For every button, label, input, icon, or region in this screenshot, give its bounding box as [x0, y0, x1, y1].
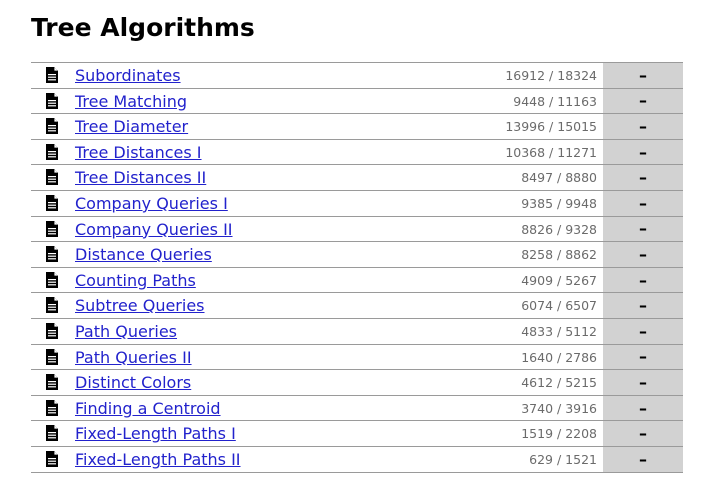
- task-link[interactable]: Company Queries I: [75, 193, 228, 215]
- task-status: –: [603, 190, 683, 216]
- document-icon: [45, 450, 59, 467]
- task-solved-count: 3740 / 3916: [521, 400, 597, 416]
- task-row: Tree Matching 9448 / 11163 –: [31, 88, 683, 115]
- task-solved-count: 9448 / 11163: [513, 93, 597, 109]
- task-solved-count: 4833 / 5112: [521, 323, 597, 339]
- task-solved-count: 6074 / 6507: [521, 298, 597, 314]
- task-link[interactable]: Fixed-Length Paths I: [75, 423, 236, 445]
- document-icon: [45, 169, 59, 186]
- task-link[interactable]: Distinct Colors: [75, 372, 191, 394]
- task-status: –: [603, 88, 683, 114]
- task-solved-count: 8258 / 8862: [521, 247, 597, 263]
- task-status: –: [603, 139, 683, 165]
- task-solved-count: 8826 / 9328: [521, 221, 597, 237]
- task-row: Path Queries 4833 / 5112 –: [31, 318, 683, 345]
- task-status: –: [603, 446, 683, 472]
- document-icon: [45, 246, 59, 263]
- task-link[interactable]: Path Queries: [75, 321, 177, 343]
- task-solved-count: 8497 / 8880: [521, 170, 597, 186]
- task-status: –: [603, 242, 683, 267]
- document-icon: [45, 143, 59, 160]
- task-status: –: [603, 421, 683, 446]
- task-row: Distinct Colors 4612 / 5215 –: [31, 370, 683, 396]
- task-link[interactable]: Tree Distances I: [75, 142, 202, 164]
- document-icon: [45, 425, 59, 442]
- task-row: Counting Paths 4909 / 5267 –: [31, 267, 683, 294]
- document-icon: [45, 118, 59, 135]
- task-link[interactable]: Subordinates: [75, 65, 181, 87]
- task-link[interactable]: Company Queries II: [75, 219, 233, 241]
- task-status: –: [603, 344, 683, 370]
- task-row: Subordinates 16912 / 18324 –: [31, 63, 683, 89]
- document-icon: [45, 297, 59, 314]
- task-row: Tree Distances I 10368 / 11271 –: [31, 139, 683, 166]
- document-icon: [45, 92, 59, 109]
- document-icon: [45, 374, 59, 391]
- task-row: Subtree Queries 6074 / 6507 –: [31, 293, 683, 319]
- document-icon: [45, 194, 59, 211]
- task-list: Subordinates 16912 / 18324 – Tree Matchi…: [31, 62, 683, 473]
- task-solved-count: 1640 / 2786: [521, 349, 597, 365]
- document-icon: [45, 348, 59, 365]
- task-status: –: [603, 370, 683, 395]
- task-link[interactable]: Path Queries II: [75, 347, 192, 369]
- task-link[interactable]: Tree Distances II: [75, 167, 206, 189]
- task-solved-count: 16912 / 18324: [505, 68, 597, 83]
- document-icon: [45, 271, 59, 288]
- document-icon: [45, 220, 59, 237]
- task-solved-count: 1519 / 2208: [521, 426, 597, 442]
- task-row: Fixed-Length Paths I 1519 / 2208 –: [31, 421, 683, 447]
- task-row: Distance Queries 8258 / 8862 –: [31, 242, 683, 268]
- task-row: Finding a Centroid 3740 / 3916 –: [31, 395, 683, 422]
- task-status: –: [603, 293, 683, 318]
- task-link[interactable]: Subtree Queries: [75, 295, 205, 317]
- task-status: –: [603, 395, 683, 421]
- task-solved-count: 4612 / 5215: [521, 375, 597, 391]
- task-status: –: [603, 318, 683, 344]
- task-link[interactable]: Distance Queries: [75, 244, 212, 266]
- task-row: Tree Distances II 8497 / 8880 –: [31, 165, 683, 191]
- task-link[interactable]: Counting Paths: [75, 270, 196, 292]
- task-link[interactable]: Tree Matching: [75, 91, 187, 113]
- task-status: –: [603, 63, 683, 88]
- task-status: –: [603, 165, 683, 190]
- task-status: –: [603, 267, 683, 293]
- task-solved-count: 10368 / 11271: [505, 144, 597, 160]
- task-solved-count: 629 / 1521: [529, 451, 597, 467]
- task-row: Tree Diameter 13996 / 15015 –: [31, 114, 683, 140]
- task-row: Fixed-Length Paths II 629 / 1521 –: [31, 446, 683, 473]
- section-title: Tree Algorithms: [31, 13, 255, 42]
- document-icon: [45, 322, 59, 339]
- task-status: –: [603, 216, 683, 242]
- task-row: Company Queries I 9385 / 9948 –: [31, 190, 683, 217]
- task-solved-count: 13996 / 15015: [505, 119, 597, 135]
- task-row: Company Queries II 8826 / 9328 –: [31, 216, 683, 243]
- task-status: –: [603, 114, 683, 139]
- task-link[interactable]: Fixed-Length Paths II: [75, 449, 241, 471]
- page: Tree Algorithms Subordinates 16912 / 183…: [0, 0, 701, 504]
- task-solved-count: 9385 / 9948: [521, 195, 597, 211]
- document-icon: [45, 399, 59, 416]
- task-link[interactable]: Finding a Centroid: [75, 398, 221, 420]
- task-link[interactable]: Tree Diameter: [75, 116, 188, 138]
- task-solved-count: 4909 / 5267: [521, 272, 597, 288]
- task-row: Path Queries II 1640 / 2786 –: [31, 344, 683, 371]
- document-icon: [45, 67, 59, 83]
